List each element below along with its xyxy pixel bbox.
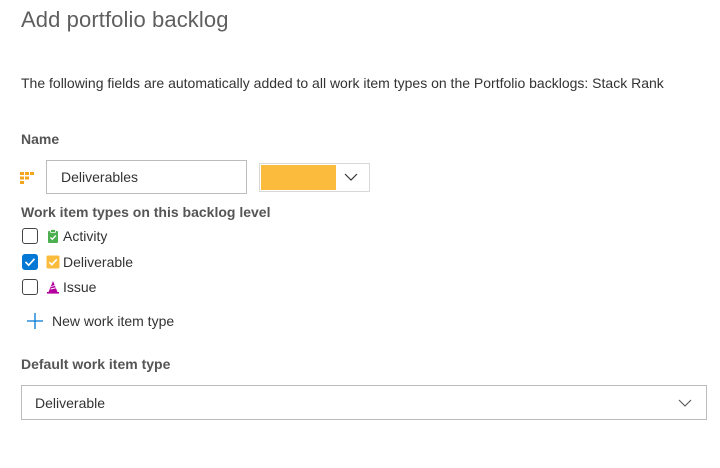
- dialog-description: The following fields are automatically a…: [21, 75, 664, 91]
- backlog-name-input[interactable]: [46, 160, 247, 194]
- activity-checkbox[interactable]: [22, 228, 38, 244]
- plus-icon: [27, 313, 43, 329]
- default-work-item-type-label: Default work item type: [21, 356, 171, 372]
- default-work-item-type-dropdown[interactable]: Deliverable: [21, 385, 707, 420]
- deliverable-icon: [46, 255, 60, 269]
- color-swatch: [261, 165, 336, 190]
- color-picker[interactable]: [259, 163, 370, 192]
- work-item-type-issue[interactable]: Issue: [22, 277, 96, 297]
- work-item-type-deliverable[interactable]: Deliverable: [22, 252, 133, 272]
- work-item-types-label: Work item types on this backlog level: [21, 204, 271, 220]
- activity-label: Activity: [63, 228, 108, 244]
- chevron-down-icon: [678, 399, 692, 407]
- issue-checkbox[interactable]: [22, 279, 38, 295]
- new-work-item-type-label: New work item type: [52, 313, 175, 329]
- checkmark-icon: [24, 258, 36, 267]
- name-label: Name: [21, 131, 60, 147]
- issue-label: Issue: [63, 279, 97, 295]
- new-work-item-type-button[interactable]: New work item type: [26, 312, 174, 330]
- chevron-down-icon: [344, 173, 358, 181]
- deliverable-label: Deliverable: [63, 254, 134, 270]
- deliverable-checkbox[interactable]: [22, 254, 38, 270]
- activity-icon: [48, 229, 58, 243]
- dropdown-selected-value: Deliverable: [35, 395, 106, 411]
- backlog-icon: [20, 172, 34, 184]
- work-item-type-activity[interactable]: Activity: [22, 226, 107, 246]
- issue-icon: [47, 281, 59, 294]
- dialog-title: Add portfolio backlog: [21, 7, 229, 32]
